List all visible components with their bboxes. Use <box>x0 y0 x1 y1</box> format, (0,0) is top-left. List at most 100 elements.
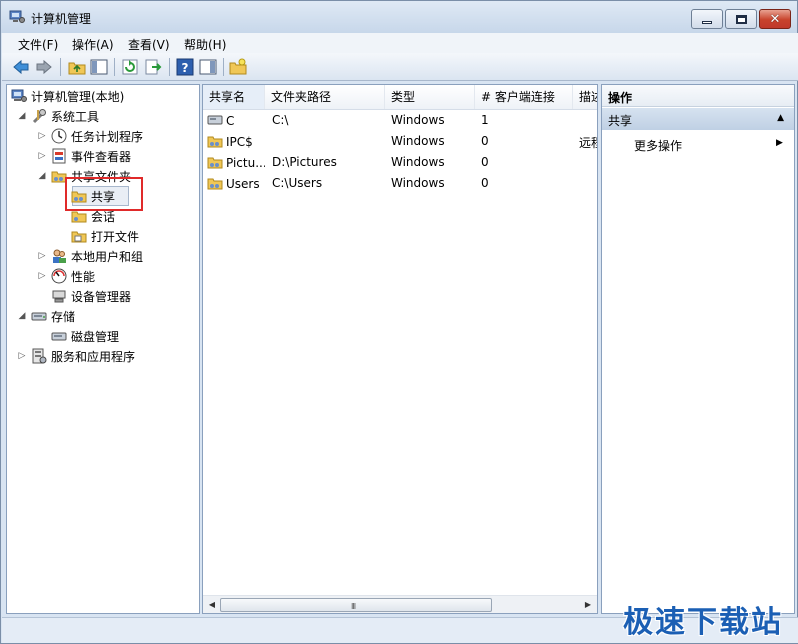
tree-item-label: 会话 <box>91 209 116 224</box>
tree-item-event-viewer[interactable]: ▷ 事件查看器 <box>37 146 131 166</box>
performance-icon <box>51 268 67 284</box>
tree-item-task-scheduler[interactable]: ▷ 任务计划程序 <box>37 126 143 146</box>
users-icon <box>53 249 66 263</box>
share-name-text: IPC$ <box>226 135 253 149</box>
expand-arrow-icon[interactable]: ▷ <box>17 351 27 361</box>
toolbar-separator <box>169 58 170 76</box>
new-share-icon[interactable] <box>229 58 247 76</box>
toolbar-separator <box>114 58 115 76</box>
tree-item-sessions[interactable]: 会话 <box>71 206 115 226</box>
expand-arrow-icon[interactable]: ▷ <box>37 271 47 281</box>
collapse-arrow-icon[interactable]: ◢ <box>17 111 27 121</box>
forward-arrow-icon[interactable] <box>35 58 53 76</box>
table-row[interactable]: Users C:\Users Windows 0 <box>203 174 597 195</box>
collapse-arrow-icon[interactable]: ◢ <box>17 311 27 321</box>
share-folder-icon <box>207 136 223 148</box>
table-row[interactable]: C C:\ Windows 1 <box>203 111 597 132</box>
open-files-icon <box>71 231 87 243</box>
submenu-arrow-icon[interactable]: ▶ <box>776 138 783 148</box>
more-actions-item[interactable]: 更多操作 <box>634 137 682 154</box>
tree-item-label: 系统工具 <box>51 109 100 124</box>
menu-view[interactable]: 查看(V) <box>128 36 170 53</box>
share-name-text: Users <box>226 177 260 191</box>
tree-item-disk-management[interactable]: 磁盘管理 <box>51 326 119 346</box>
svg-text:?: ? <box>182 61 189 75</box>
cell-share-name: IPC$ <box>207 134 265 149</box>
scroll-left-icon[interactable]: ◀ <box>206 599 218 611</box>
collapse-up-icon[interactable]: ▲ <box>777 113 784 123</box>
tree-item-label: 任务计划程序 <box>71 129 144 144</box>
title-bar[interactable]: 计算机管理 ✕ <box>1 1 797 33</box>
help-icon[interactable]: ? <box>176 58 194 76</box>
tree-item-storage[interactable]: ◢ 存储 <box>17 306 75 326</box>
disk-management-icon <box>51 332 67 341</box>
actions-pane: 操作 共享 ▲ 更多操作 ▶ <box>601 84 795 614</box>
show-hide-action-pane-icon[interactable] <box>199 58 217 76</box>
tree-item-label: 存储 <box>51 309 76 324</box>
minimize-icon <box>702 20 712 24</box>
tree-item-services-applications[interactable]: ▷ 服务和应用程序 <box>17 346 135 366</box>
tree-item-label: 本地用户和组 <box>71 249 144 264</box>
tools-icon <box>32 109 46 124</box>
menu-file[interactable]: 文件(F) <box>18 36 58 53</box>
show-hide-tree-icon[interactable] <box>90 58 108 76</box>
export-list-icon[interactable] <box>144 58 162 76</box>
list-header: 共享名 文件夹路径 类型 # 客户端连接 描述 <box>203 85 597 110</box>
table-row[interactable]: IPC$ Windows 0 远程 <box>203 132 597 153</box>
cell-client-connections: 0 <box>481 155 489 169</box>
cell-description: 远程 <box>579 136 597 150</box>
window-title: 计算机管理 <box>31 12 92 26</box>
menu-bar: 文件(F) 操作(A) 查看(V) 帮助(H) <box>2 33 798 53</box>
cell-share-name: Users <box>207 176 265 191</box>
tree-item-label: 打开文件 <box>91 229 140 244</box>
cell-type: Windows <box>391 113 445 127</box>
column-header-type[interactable]: 类型 <box>385 85 475 109</box>
tree-item-label: 计算机管理(本地) <box>31 89 125 104</box>
horizontal-scrollbar[interactable]: ◀ III ▶ <box>203 595 597 613</box>
column-header-client-connections[interactable]: # 客户端连接 <box>475 85 573 109</box>
share-name-text: Pictu... <box>226 156 265 170</box>
cell-folder-path: C:\Users <box>272 176 323 190</box>
tree-item-label: 性能 <box>71 269 96 284</box>
watermark-text: 极速下载站 <box>623 605 783 640</box>
tree-item-performance[interactable]: ▷ 性能 <box>37 266 95 286</box>
column-header-description[interactable]: 描述 <box>573 85 597 109</box>
actions-section-label: 共享 <box>608 114 633 128</box>
up-folder-icon[interactable] <box>68 58 86 76</box>
computer-management-icon <box>11 89 27 102</box>
share-list-pane[interactable]: 共享名 文件夹路径 类型 # 客户端连接 描述 C C:\ Windows 1 … <box>202 84 598 614</box>
minimize-button[interactable] <box>691 9 723 29</box>
tree-item-local-users-groups[interactable]: ▷ 本地用户和组 <box>37 246 143 266</box>
tree-item-device-manager[interactable]: 设备管理器 <box>51 286 131 306</box>
share-drive-icon <box>207 115 223 125</box>
scrollbar-thumb[interactable]: III <box>220 598 492 612</box>
cell-folder-path: D:\Pictures <box>272 155 337 169</box>
tree-item-open-files[interactable]: 打开文件 <box>71 226 139 246</box>
maximize-button[interactable] <box>725 9 757 29</box>
back-arrow-icon[interactable] <box>12 58 30 76</box>
toolbar-separator <box>223 58 224 76</box>
actions-section-header[interactable]: 共享 ▲ <box>602 108 794 130</box>
collapse-arrow-icon[interactable]: ◢ <box>37 171 47 181</box>
tree-item-system-tools[interactable]: ◢ 系统工具 <box>17 106 99 126</box>
expand-arrow-icon[interactable]: ▷ <box>37 151 47 161</box>
toolbar-separator <box>60 58 61 76</box>
tree-item-label: 事件查看器 <box>71 149 132 164</box>
cell-client-connections: 0 <box>481 134 489 148</box>
share-folder-icon <box>207 157 223 169</box>
navigation-tree-pane[interactable]: 计算机管理(本地) ◢ 系统工具 ▷ 任务计划程序 ▷ 事件查看器 ◢ 共享文件… <box>6 84 200 614</box>
column-header-folder-path[interactable]: 文件夹路径 <box>265 85 385 109</box>
close-button[interactable]: ✕ <box>759 9 791 29</box>
cell-share-name: Pictu... <box>207 155 265 170</box>
expand-arrow-icon[interactable]: ▷ <box>37 251 47 261</box>
table-row[interactable]: Pictu... D:\Pictures Windows 0 <box>203 153 597 174</box>
expand-arrow-icon[interactable]: ▷ <box>37 131 47 141</box>
share-folder-icon <box>207 178 223 190</box>
menu-help[interactable]: 帮助(H) <box>184 36 226 53</box>
menu-action[interactable]: 操作(A) <box>72 36 114 53</box>
tree-item-computer-management[interactable]: 计算机管理(本地) <box>11 86 124 106</box>
column-header-share-name[interactable]: 共享名 <box>203 85 265 109</box>
cell-folder-path: C:\ <box>272 113 289 127</box>
refresh-icon[interactable] <box>121 58 139 76</box>
scroll-right-icon[interactable]: ▶ <box>582 599 594 611</box>
